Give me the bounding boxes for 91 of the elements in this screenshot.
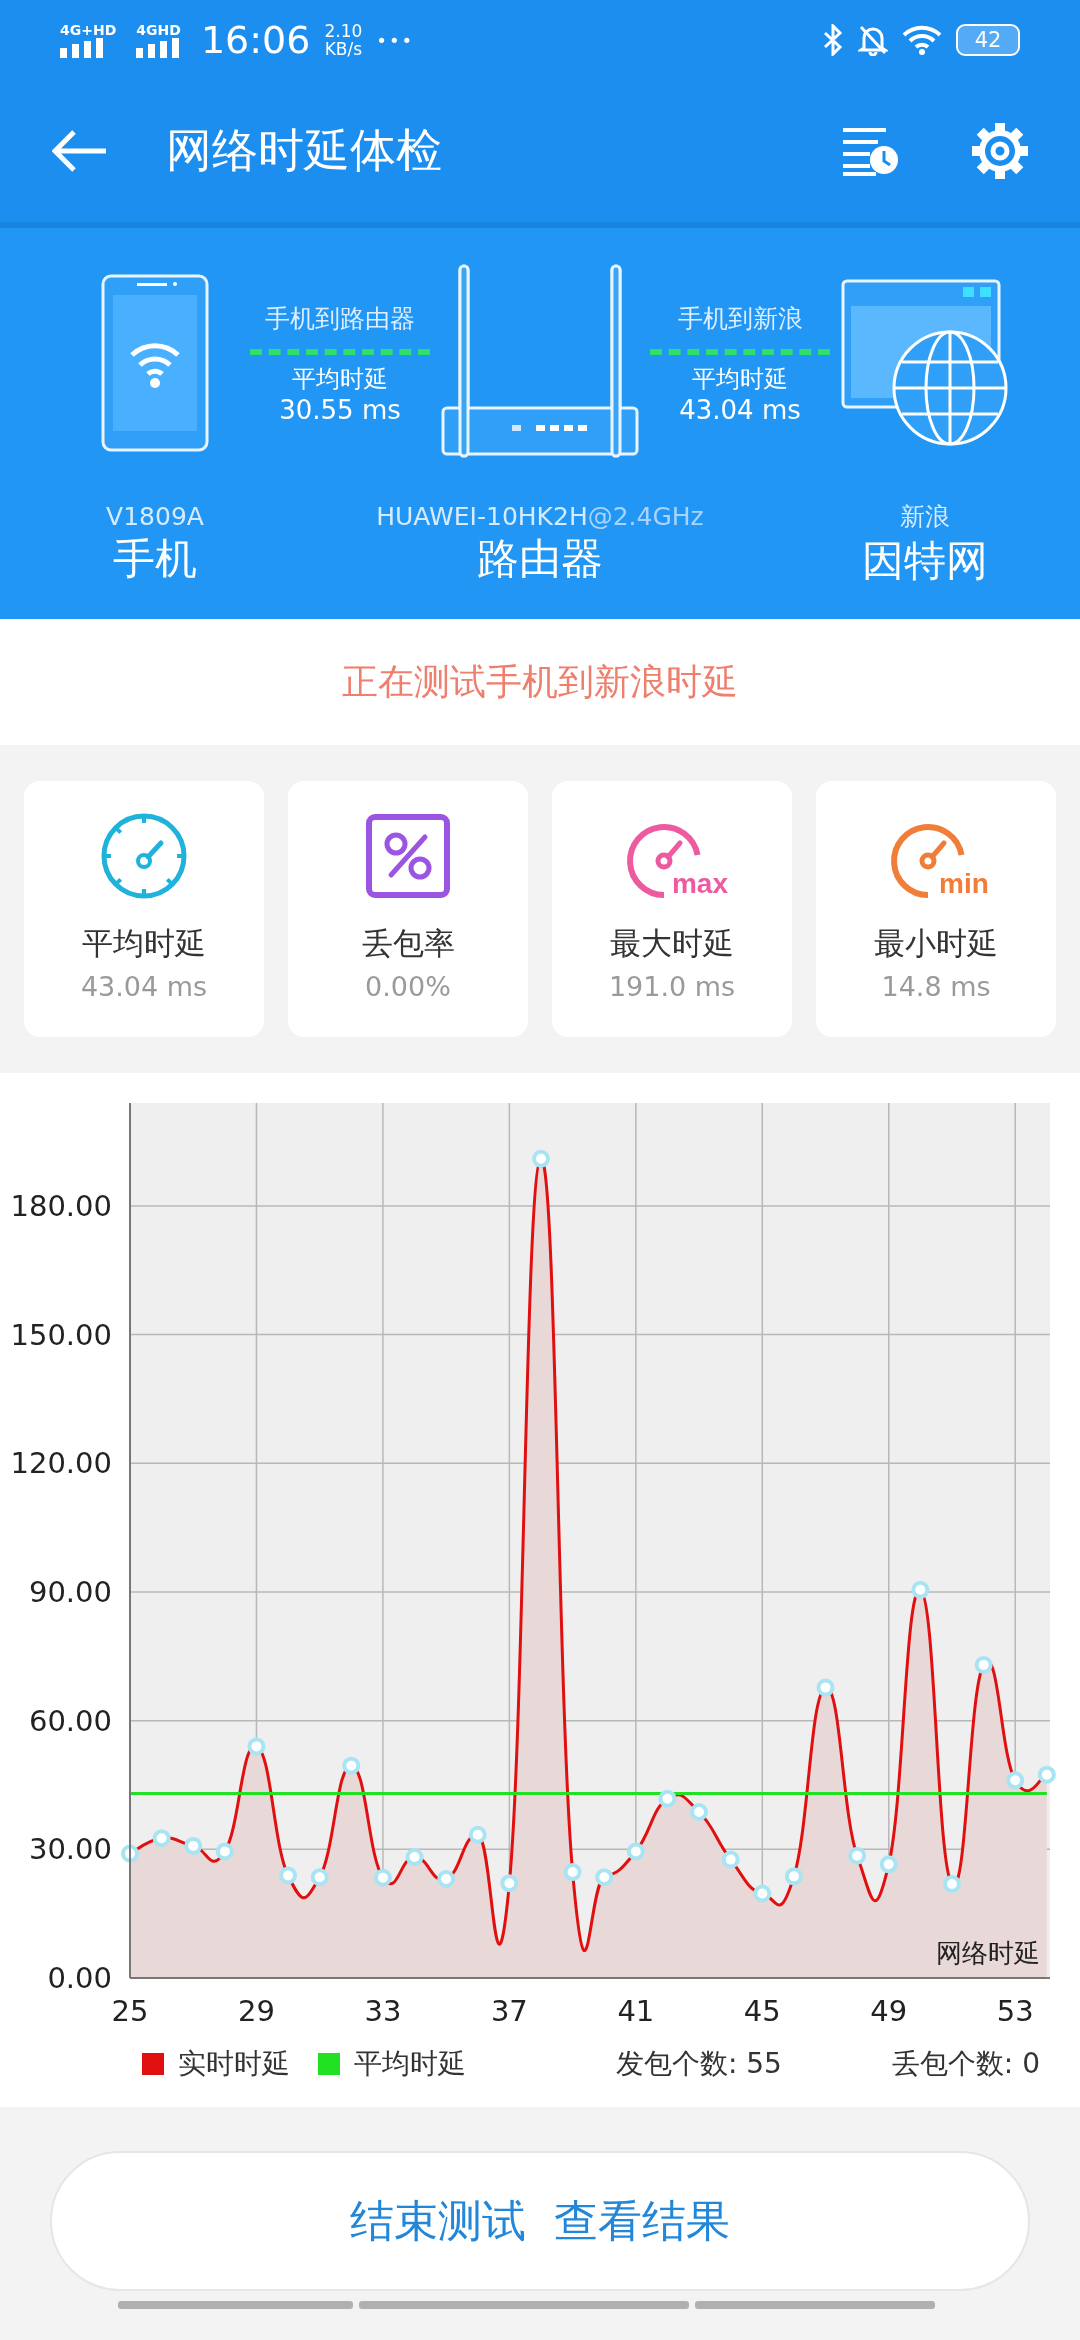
- node-name: 路由器: [477, 533, 603, 585]
- screen-title: 网络时延体检: [166, 122, 443, 179]
- data-point: [405, 1848, 424, 1867]
- y-axis-label: 60.00: [28, 1703, 112, 1738]
- battery-indicator: 42: [956, 24, 1020, 56]
- clock-time: 16:06: [200, 18, 311, 62]
- x-axis-label: 37: [490, 1994, 528, 2028]
- latency-value: 43.04 ms: [679, 394, 801, 425]
- data-point: [784, 1867, 803, 1886]
- x-axis-label: 41: [617, 1994, 655, 2028]
- progress-message: 正在测试手机到新浪时延: [0, 619, 1080, 745]
- data-point: [373, 1868, 392, 1887]
- y-axis-label: 0.00: [47, 1961, 112, 1995]
- browser-globe-icon: [840, 278, 1010, 448]
- stat-value: 14.8 ms: [881, 971, 991, 1002]
- signal-icon: [136, 38, 181, 58]
- finish-test-button[interactable]: 结束测试 查看结果: [50, 2151, 1030, 2291]
- x-axis-label: 49: [870, 1994, 908, 2028]
- data-point: [1006, 1771, 1025, 1790]
- network-type: 4GHD: [136, 22, 181, 38]
- speed-unit: KB/s: [324, 40, 363, 58]
- y-axis-label: 180.00: [10, 1188, 112, 1223]
- data-point: [943, 1875, 961, 1894]
- device-model: 新浪: [900, 501, 950, 533]
- data-point: [848, 1846, 867, 1865]
- stat-value: 191.0 ms: [608, 971, 736, 1002]
- legend-label: 平均时延: [354, 2046, 466, 2082]
- bell-off-icon: [858, 24, 888, 56]
- x-axis-label: 25: [111, 1994, 149, 2028]
- chart-description: 网络时延: [936, 1938, 1040, 1968]
- data-point: [1037, 1765, 1056, 1784]
- wifi-band-label: @2.4GHz: [587, 502, 704, 531]
- data-point: [626, 1842, 645, 1861]
- data-point: [532, 1149, 550, 1168]
- stat-value: 0.00%: [365, 971, 451, 1002]
- node-name: 因特网: [862, 535, 988, 587]
- y-axis-label: 120.00: [10, 1446, 112, 1481]
- y-axis-label: 30.00: [28, 1832, 112, 1867]
- data-point: [816, 1678, 835, 1697]
- data-point: [658, 1789, 677, 1808]
- stat-label: 最小时延: [874, 924, 998, 963]
- data-point: [342, 1756, 361, 1775]
- router-ssid: HUAWEI-10HK2H: [376, 502, 588, 531]
- latency-value: 30.55 ms: [279, 394, 401, 425]
- data-point: [468, 1825, 487, 1844]
- history-icon[interactable]: [840, 126, 900, 176]
- data-point: [690, 1803, 709, 1821]
- wifi-icon: [902, 25, 942, 55]
- stat-label: 丢包率: [361, 924, 455, 963]
- y-axis-label: 150.00: [10, 1317, 112, 1352]
- data-point: [500, 1874, 519, 1893]
- data-point: [184, 1836, 203, 1855]
- link-label: 手机到新浪: [677, 302, 803, 335]
- data-point: [753, 1884, 772, 1903]
- settings-icon[interactable]: [970, 121, 1030, 181]
- data-point: [879, 1855, 898, 1874]
- x-axis-label: 45: [743, 1994, 781, 2028]
- y-axis-label: 90.00: [28, 1574, 112, 1609]
- data-point: [279, 1866, 298, 1885]
- speed-value: 2.10: [324, 22, 363, 40]
- network-type: 4G+HD: [60, 22, 117, 38]
- link-label: 手机到路由器: [265, 302, 415, 335]
- more-indicator: •••: [376, 29, 415, 51]
- data-point: [595, 1868, 614, 1887]
- node-name: 手机: [113, 533, 197, 585]
- data-point: [310, 1868, 329, 1887]
- data-point: [121, 1844, 139, 1863]
- data-point: [721, 1850, 740, 1869]
- latency-label: 平均时延: [292, 363, 388, 395]
- data-point: [247, 1737, 266, 1756]
- packet-count: 丢包个数: 0: [891, 2046, 1040, 2082]
- data-point: [563, 1863, 582, 1882]
- back-icon[interactable]: [52, 129, 108, 173]
- data-point: [437, 1869, 456, 1888]
- data-point: [974, 1655, 993, 1674]
- device-model: V1809A: [106, 502, 204, 531]
- latency-label: 平均时延: [692, 363, 788, 395]
- data-point: [152, 1829, 171, 1848]
- legend-label: 实时时延: [178, 2046, 290, 2082]
- stat-value: 43.04 ms: [80, 971, 208, 1002]
- x-axis-label: 29: [238, 1994, 275, 2028]
- x-axis-label: 53: [996, 1994, 1034, 2028]
- x-axis-label: 33: [364, 1994, 402, 2028]
- signal-icon: [60, 38, 104, 58]
- data-point: [215, 1842, 234, 1861]
- stat-label: 最大时延: [610, 924, 734, 963]
- phone-icon: [100, 273, 210, 453]
- stat-label: 平均时延: [82, 924, 206, 963]
- bluetooth-icon: [822, 24, 844, 56]
- data-point: [911, 1580, 930, 1599]
- packet-count: 发包个数: 55: [615, 2046, 782, 2082]
